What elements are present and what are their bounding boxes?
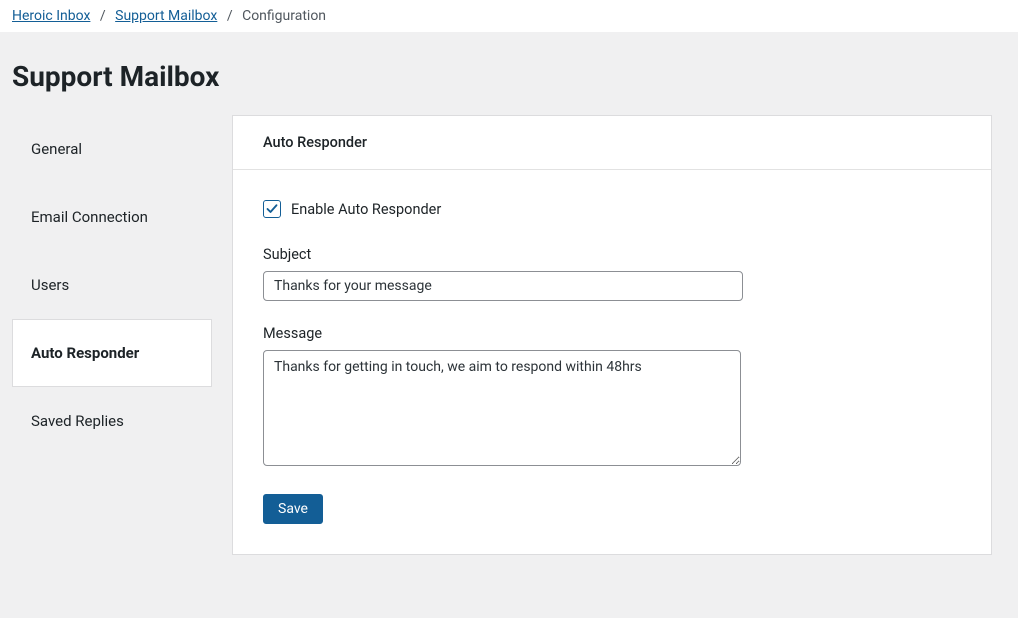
tab-general[interactable]: General [12,115,212,183]
subject-label: Subject [263,246,961,263]
tab-auto-responder[interactable]: Auto Responder [12,319,212,387]
panel-header: Auto Responder [233,116,991,170]
breadcrumb-link-support-mailbox[interactable]: Support Mailbox [115,8,217,24]
tab-email-connection[interactable]: Email Connection [12,183,212,251]
breadcrumb-separator: / [100,8,106,24]
breadcrumb-current: Configuration [242,8,326,24]
breadcrumb: Heroic Inbox / Support Mailbox / Configu… [0,0,1018,32]
breadcrumb-link-heroic-inbox[interactable]: Heroic Inbox [12,8,90,24]
enable-auto-responder-checkbox[interactable] [263,200,281,218]
message-textarea[interactable]: Thanks for getting in touch, we aim to r… [263,350,741,466]
message-label: Message [263,325,961,342]
breadcrumb-separator: / [227,8,233,24]
tab-saved-replies[interactable]: Saved Replies [12,387,212,455]
enable-auto-responder-label: Enable Auto Responder [291,201,441,218]
tab-users[interactable]: Users [12,251,212,319]
tabs-nav: General Email Connection Users Auto Resp… [12,115,212,555]
subject-input[interactable] [263,271,743,301]
page-title: Support Mailbox [12,32,1006,115]
check-icon [266,203,278,215]
save-button[interactable]: Save [263,494,323,524]
settings-panel: Auto Responder Enable Auto Responder Sub… [232,115,992,555]
